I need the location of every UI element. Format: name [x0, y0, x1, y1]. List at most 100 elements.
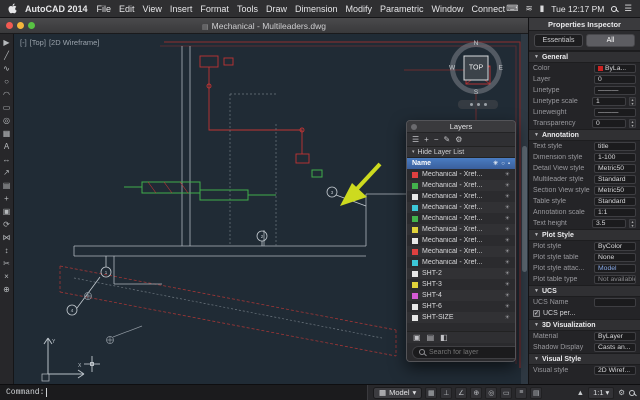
mirror-tool[interactable]: ⋈ [1, 231, 13, 244]
erase-tool[interactable]: × [1, 270, 13, 283]
layer-list-header[interactable]: Name ☀ ○ ▪ [407, 158, 515, 169]
layer-on-icon[interactable]: ☀ [505, 270, 510, 277]
close-window-button[interactable] [6, 22, 13, 29]
property-value[interactable]: Metric50 [594, 164, 636, 173]
layer-row[interactable]: Mechanical - Xref... ☀ [407, 213, 515, 224]
layer-row[interactable]: Mechanical - Xref... ☀ [407, 257, 515, 268]
property-value[interactable]: Not available [594, 275, 636, 284]
layers-palette[interactable]: Layers ☰ + − ✎ ⚙ ▾ Hide Layer List Name ☀ ○ ▪ … [406, 120, 516, 362]
annotation-scale-control[interactable]: 1:1 ▾ [588, 386, 615, 399]
property-value[interactable]: ByColor [594, 242, 636, 251]
layer-color-swatch[interactable] [412, 171, 418, 178]
layer-on-icon[interactable]: ☀ [505, 237, 510, 244]
layer-color-swatch[interactable] [412, 226, 418, 233]
delete-layer-icon[interactable]: − [434, 135, 439, 144]
menu-dimension[interactable]: Dimension [291, 4, 342, 14]
property-value[interactable]: Model [594, 264, 636, 273]
scrollbar-thumb[interactable] [522, 146, 527, 272]
property-value[interactable]: 1-100 [594, 153, 636, 162]
circle-tool[interactable]: ○ [1, 75, 13, 88]
value-stepper[interactable]: ▴ ▾ [629, 97, 636, 106]
properties-title[interactable]: Properties Inspector [529, 18, 640, 31]
property-value[interactable]: Standard [594, 175, 636, 184]
property-value[interactable]: ByLayer [594, 332, 636, 341]
layer-on-icon[interactable]: ☀ [505, 303, 510, 310]
line-tool[interactable]: ╱ [1, 49, 13, 62]
viewport-visual-style-control[interactable]: [2D Wireframe] [49, 38, 99, 47]
viewcube-north[interactable]: N [474, 40, 479, 47]
property-value[interactable]: ——— [594, 108, 636, 117]
status-settings-icon[interactable]: ⚙ [618, 388, 625, 397]
layer-color-swatch[interactable] [412, 193, 418, 200]
viewcube[interactable]: N E S W TOP [449, 40, 503, 96]
layer-on-icon[interactable]: ☀ [505, 215, 510, 222]
layer-states-icon[interactable]: ▣ [413, 333, 421, 342]
layer-list-icon[interactable]: ☰ [412, 135, 419, 144]
grid-toggle[interactable]: ▦ [425, 386, 438, 399]
viewcube-south[interactable]: S [474, 89, 478, 96]
notification-center-icon[interactable]: ☰ [624, 3, 632, 14]
layer-row[interactable]: Mechanical - Xref... ☀ [407, 191, 515, 202]
property-value[interactable]: 0 [594, 75, 636, 84]
layer-row[interactable]: Mechanical - Xref... ☀ [407, 235, 515, 246]
layer-color-swatch[interactable] [412, 237, 418, 244]
layer-color-swatch[interactable] [412, 248, 418, 255]
layer-row[interactable]: Mechanical - Xref... ☀ [407, 169, 515, 180]
otrack-toggle[interactable]: ◎ [485, 386, 498, 399]
window-titlebar[interactable]: ▤ Mechanical - Multileaders.dwg [0, 18, 528, 34]
annotation-visibility-icon[interactable]: ▲ [577, 388, 584, 397]
menu-connect[interactable]: Connect [468, 4, 507, 14]
property-value[interactable]: Casts an... [594, 343, 636, 352]
property-value[interactable]: ——— [594, 86, 636, 95]
section-header-general[interactable]: ▼ General [529, 51, 640, 63]
layer-on-icon[interactable]: ☀ [505, 281, 510, 288]
status-zoom-icon[interactable] [629, 389, 635, 396]
layer-on-icon[interactable]: ☀ [505, 193, 510, 200]
layer-color-swatch[interactable] [412, 204, 418, 211]
hatch-tool[interactable]: ▦ [1, 127, 13, 140]
property-value[interactable]: 1:1 [594, 208, 636, 217]
tab-essentials[interactable]: Essentials [534, 34, 583, 47]
new-layer-icon[interactable]: + [424, 135, 429, 144]
layer-row[interactable]: SHT-4 ☀ [407, 290, 515, 301]
layer-row[interactable]: Mechanical - Xref... ☀ [407, 224, 515, 235]
osnap-toggle[interactable]: ⊕ [470, 386, 483, 399]
move-tool[interactable]: + [1, 192, 13, 205]
canvas-vertical-scrollbar[interactable] [521, 34, 528, 384]
table-tool[interactable]: ▤ [1, 179, 13, 192]
layer-row[interactable]: SHT-6 ☀ [407, 301, 515, 312]
layer-color-swatch[interactable] [412, 270, 418, 277]
layer-row[interactable]: SHT-3 ☀ [407, 279, 515, 290]
rectangle-tool[interactable]: ▭ [1, 101, 13, 114]
command-line[interactable]: Command: [0, 385, 368, 400]
property-value[interactable]: Standard [594, 197, 636, 206]
layer-row[interactable]: SHT-2 ☀ [407, 268, 515, 279]
isolate-layer-icon[interactable]: ◧ [440, 333, 448, 342]
arc-tool[interactable]: ◠ [1, 88, 13, 101]
menu-insert[interactable]: Insert [166, 4, 197, 14]
stretch-tool[interactable]: ↕ [1, 244, 13, 257]
menu-window[interactable]: Window [428, 4, 468, 14]
layer-row[interactable]: Mechanical - Xref... ☀ [407, 246, 515, 257]
menu-app-name[interactable]: AutoCAD 2014 [20, 4, 93, 14]
ortho-toggle[interactable]: ⊥ [440, 386, 453, 399]
menu-file[interactable]: File [93, 4, 116, 14]
layers-palette-titlebar[interactable]: Layers [407, 121, 515, 133]
donut-tool[interactable]: ◎ [1, 114, 13, 127]
property-value[interactable]: None [594, 253, 636, 262]
lock-column-icon[interactable]: ▪ [508, 161, 510, 167]
property-value[interactable]: 3.5 [592, 219, 626, 228]
battery-icon[interactable]: ▮ [540, 3, 545, 14]
layer-row[interactable]: SHT-SIZE ☀ [407, 312, 515, 323]
select-tool[interactable]: ▶ [1, 36, 13, 49]
layer-on-icon[interactable]: ☀ [505, 259, 510, 266]
zoom-tool[interactable]: ⊕ [1, 283, 13, 296]
edit-layer-icon[interactable]: ✎ [444, 135, 451, 144]
menu-format[interactable]: Format [196, 4, 233, 14]
layer-color-swatch[interactable] [412, 259, 418, 266]
navigation-bar[interactable] [458, 100, 498, 109]
property-value[interactable]: title [594, 142, 636, 151]
viewport-view-control[interactable]: [Top] [30, 38, 46, 47]
value-stepper[interactable]: ▴ ▾ [629, 119, 636, 128]
menu-draw[interactable]: Draw [262, 4, 291, 14]
